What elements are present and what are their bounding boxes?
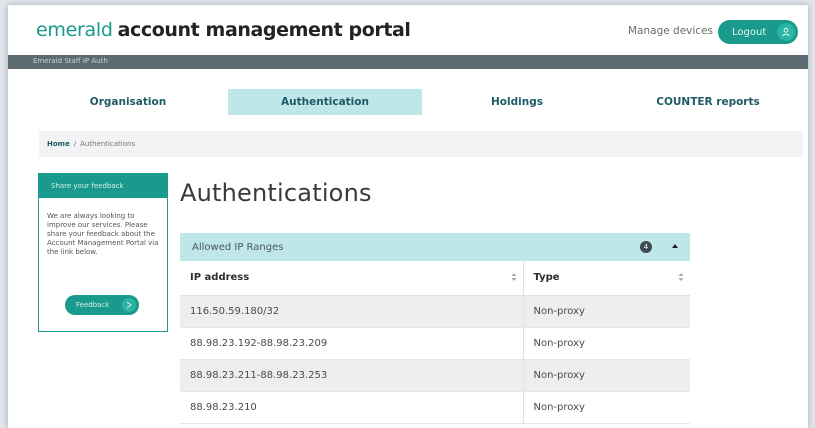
table-row: 116.50.59.180/32 Non-proxy (180, 295, 690, 328)
tab-organisation[interactable]: Organisation (33, 89, 223, 115)
page-title: Authentications (180, 179, 372, 207)
feedback-button[interactable]: Feedback (65, 295, 139, 315)
breadcrumb-separator: / (73, 140, 77, 148)
chevron-up-icon[interactable] (670, 239, 680, 256)
context-bar: Emerald Staff IP Auth (8, 55, 808, 69)
column-header-ip-address-label: IP address (190, 272, 250, 284)
main-nav: Organisation Authentication Holdings COU… (33, 89, 803, 115)
section-title: Allowed IP Ranges (192, 241, 284, 253)
type-cell: Non-proxy (523, 295, 690, 328)
type-cell: Non-proxy (523, 359, 690, 392)
context-label: Emerald Staff IP Auth (33, 57, 108, 65)
feedback-panel: Share your feedback We are always lookin… (38, 173, 168, 332)
breadcrumb-current: Authentications (80, 140, 136, 148)
user-icon (777, 23, 795, 41)
ip-ranges-table: IP address Type 116.50.59.180/32 Non-pro… (180, 261, 690, 424)
type-cell: Non-proxy (523, 327, 690, 360)
brand-light-text: emerald (36, 19, 113, 41)
ip-address-cell: 88.98.23.210 (180, 391, 524, 424)
column-header-ip-address[interactable]: IP address (180, 261, 524, 296)
ip-address-cell: 88.98.23.192-88.98.23.209 (180, 327, 524, 360)
feedback-text: We are always looking to improve our ser… (47, 212, 159, 256)
feedback-button-label: Feedback (76, 301, 110, 309)
count-badge: 4 (640, 241, 652, 253)
table-row: 88.98.23.211-88.98.23.253 Non-proxy (180, 359, 690, 392)
brand-bold-text: account management portal (117, 19, 411, 41)
breadcrumb-home[interactable]: Home (47, 140, 70, 148)
sort-icon[interactable] (678, 272, 684, 285)
tab-counter-reports[interactable]: COUNTER reports (613, 89, 803, 115)
logout-label: Logout (732, 26, 767, 38)
breadcrumb: Home / Authentications (39, 131, 803, 157)
sort-icon[interactable] (511, 272, 517, 285)
arrow-right-icon (122, 298, 136, 312)
browser-window: emerald account management portal Manage … (8, 5, 808, 428)
column-header-type[interactable]: Type (523, 261, 690, 296)
manage-devices-link[interactable]: Manage devices (628, 25, 713, 37)
feedback-title: Share your feedback (39, 174, 167, 198)
section-header: Allowed IP Ranges 4 (180, 233, 690, 261)
ip-address-cell: 88.98.23.211-88.98.23.253 (180, 359, 524, 392)
table-row: 88.98.23.192-88.98.23.209 Non-proxy (180, 327, 690, 360)
tab-authentication[interactable]: Authentication (228, 89, 422, 115)
logout-button[interactable]: Logout (718, 20, 798, 44)
brand-logo[interactable]: emerald account management portal (36, 19, 411, 41)
column-header-type-label: Type (533, 272, 560, 284)
ip-address-cell: 116.50.59.180/32 (180, 295, 524, 328)
type-cell: Non-proxy (523, 391, 690, 424)
header: emerald account management portal Manage … (8, 5, 808, 55)
allowed-ip-ranges-panel: Allowed IP Ranges 4 IP address Type 116.… (180, 233, 690, 424)
table-row: 88.98.23.210 Non-proxy (180, 391, 690, 424)
tab-holdings[interactable]: Holdings (422, 89, 612, 115)
